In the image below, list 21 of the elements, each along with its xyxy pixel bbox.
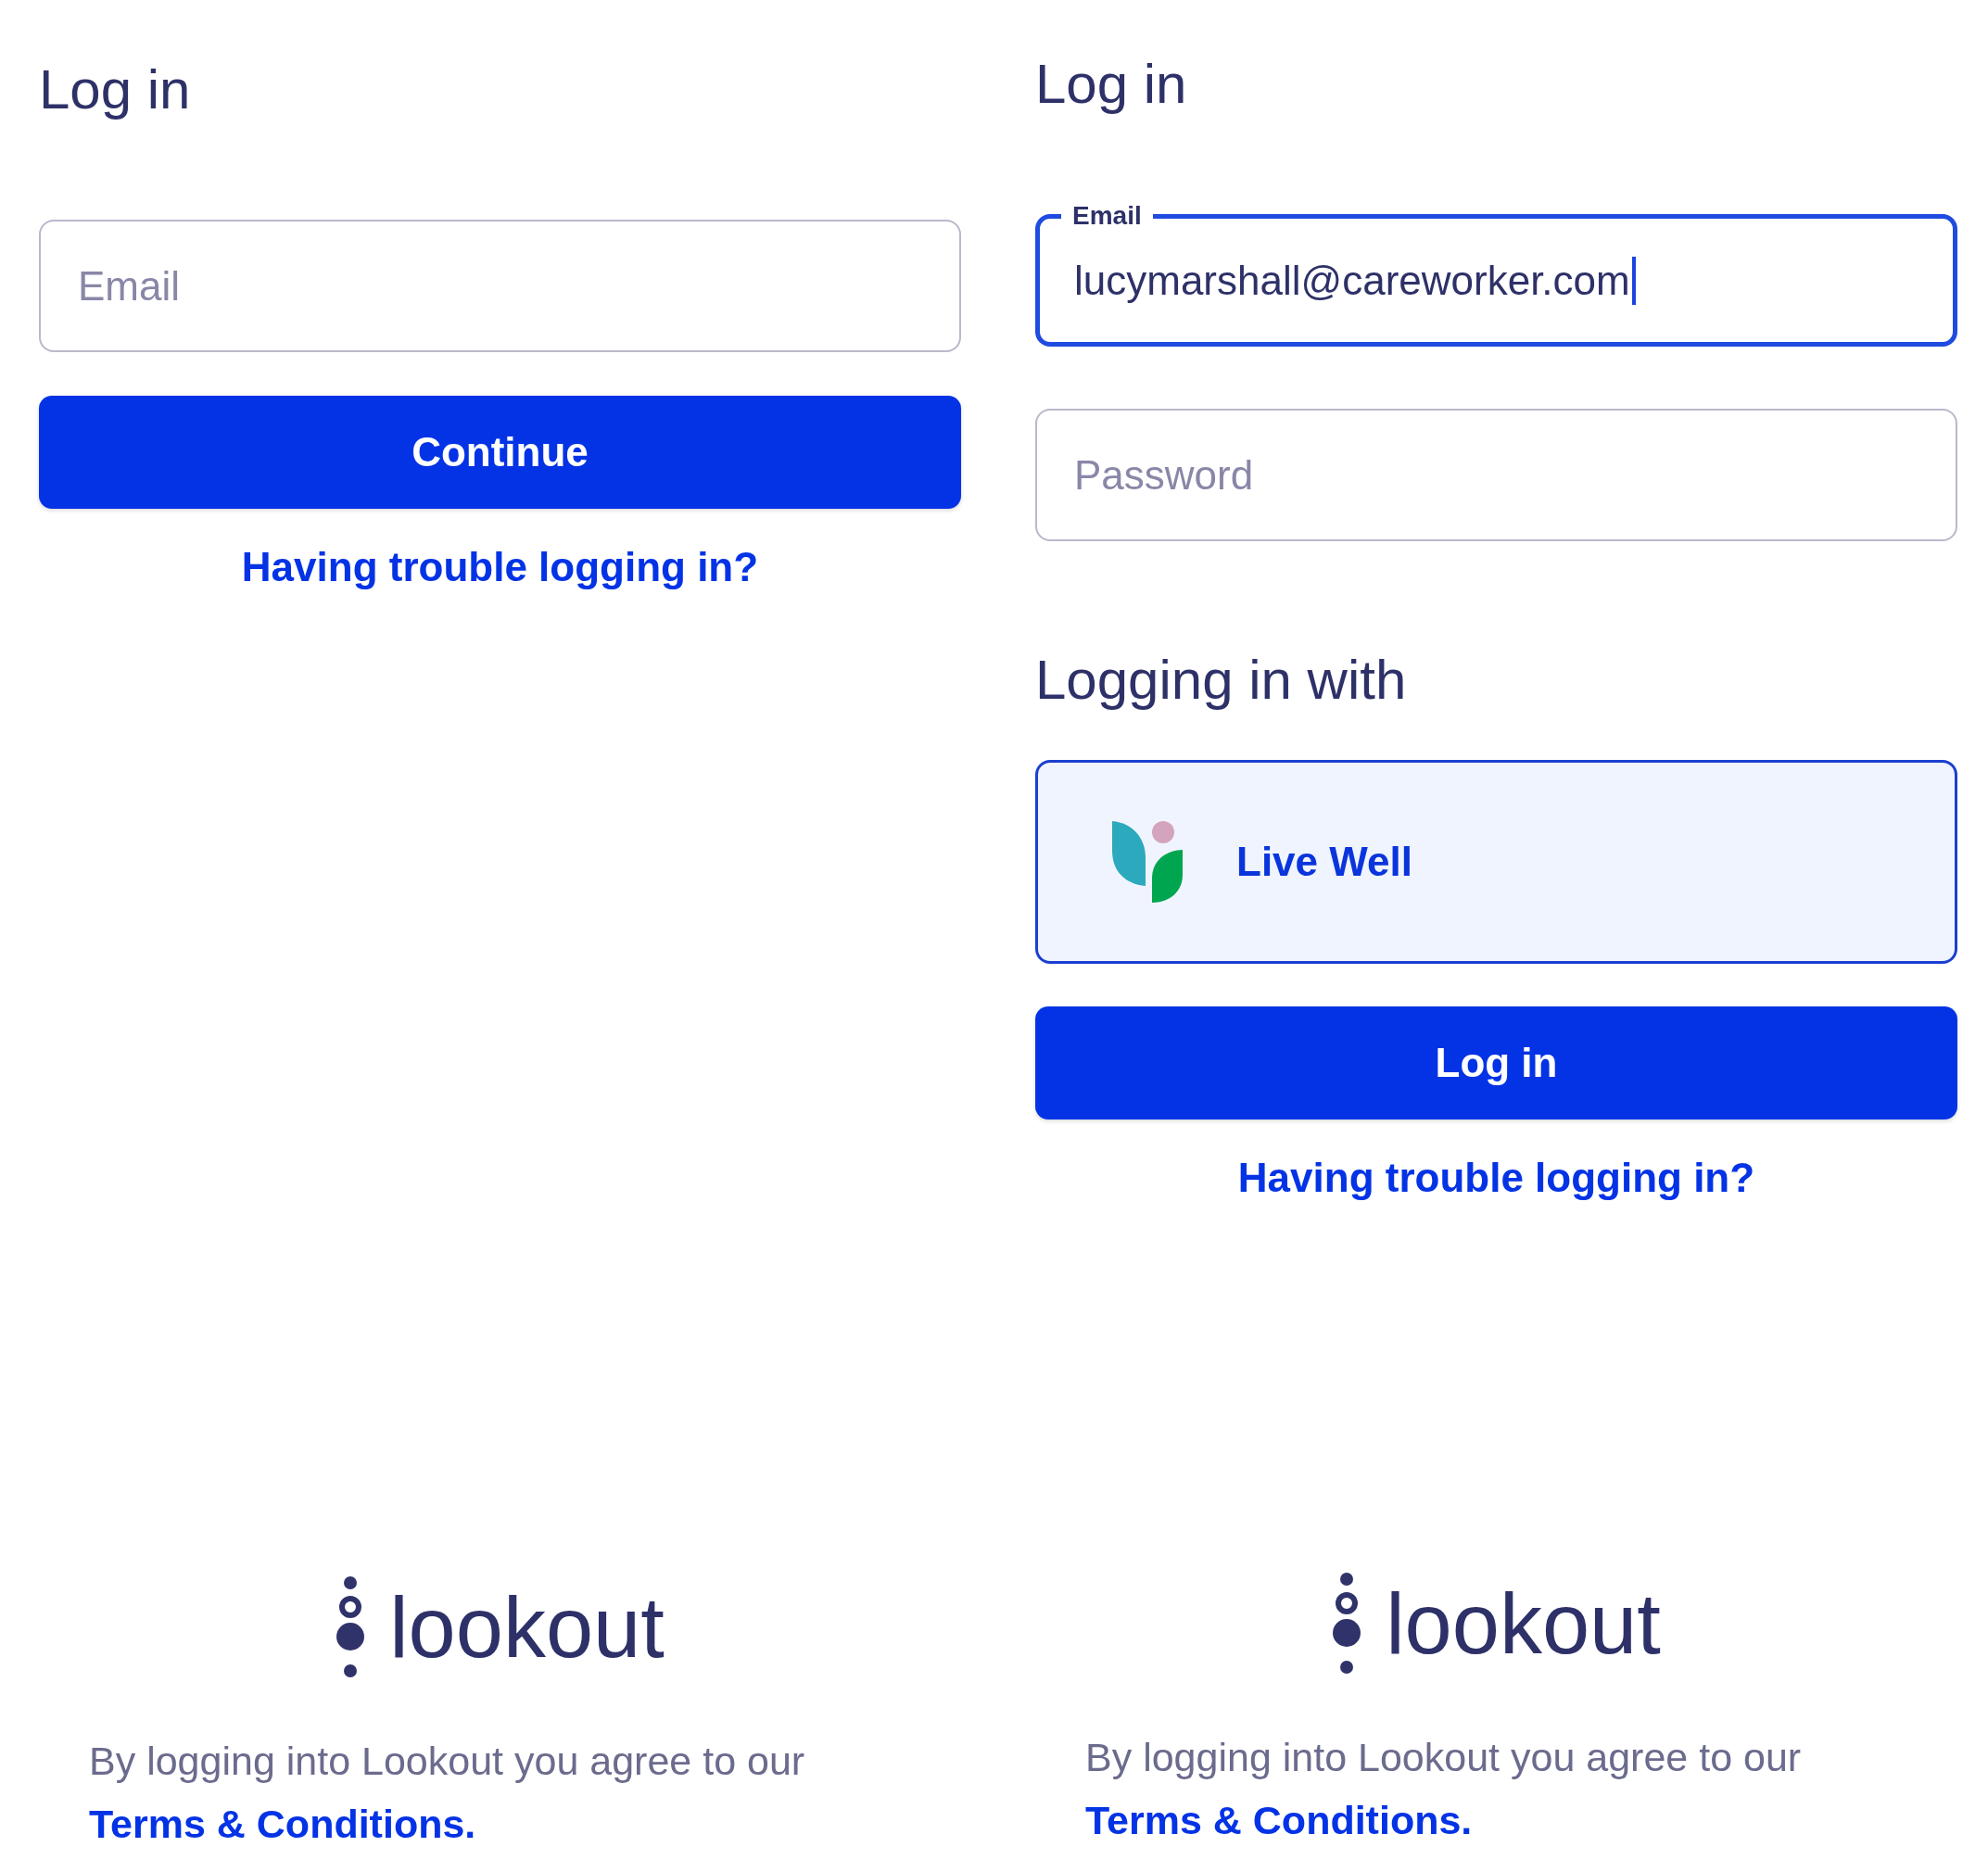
help-link[interactable]: Having trouble logging in? <box>241 542 759 591</box>
field-value: lucymarshall@careworker.com <box>1074 257 1630 304</box>
field-placeholder: Password <box>1074 451 1254 499</box>
logo-wordmark: lookout <box>1386 1575 1661 1673</box>
dots-logo-icon <box>1332 1572 1362 1676</box>
dots-logo-icon <box>336 1575 366 1679</box>
field-placeholder: Email <box>78 262 181 310</box>
section-heading: Logging in with <box>1035 648 1407 713</box>
page-title: Log in <box>39 57 191 122</box>
terms-link[interactable]: Terms & Conditions. <box>1085 1798 1473 1842</box>
text-cursor <box>1631 256 1636 305</box>
page-title: Log in <box>1035 52 1187 117</box>
logo-wordmark: lookout <box>389 1579 665 1676</box>
primary-button[interactable]: Log in <box>1035 1006 1957 1119</box>
terms-link[interactable]: Terms & Conditions. <box>89 1802 476 1846</box>
leaf-logo-icon <box>1112 821 1183 903</box>
help-link[interactable]: Having trouble logging in? <box>1237 1153 1755 1202</box>
terms-notice: By logging into Lookout you agree to our Terms & Conditions. <box>1084 1734 1803 1844</box>
provider-option[interactable]: Live Well <box>1035 760 1957 964</box>
primary-button[interactable]: Continue <box>39 396 961 509</box>
terms-notice: By logging into Lookout you agree to our Terms & Conditions. <box>88 1738 806 1848</box>
